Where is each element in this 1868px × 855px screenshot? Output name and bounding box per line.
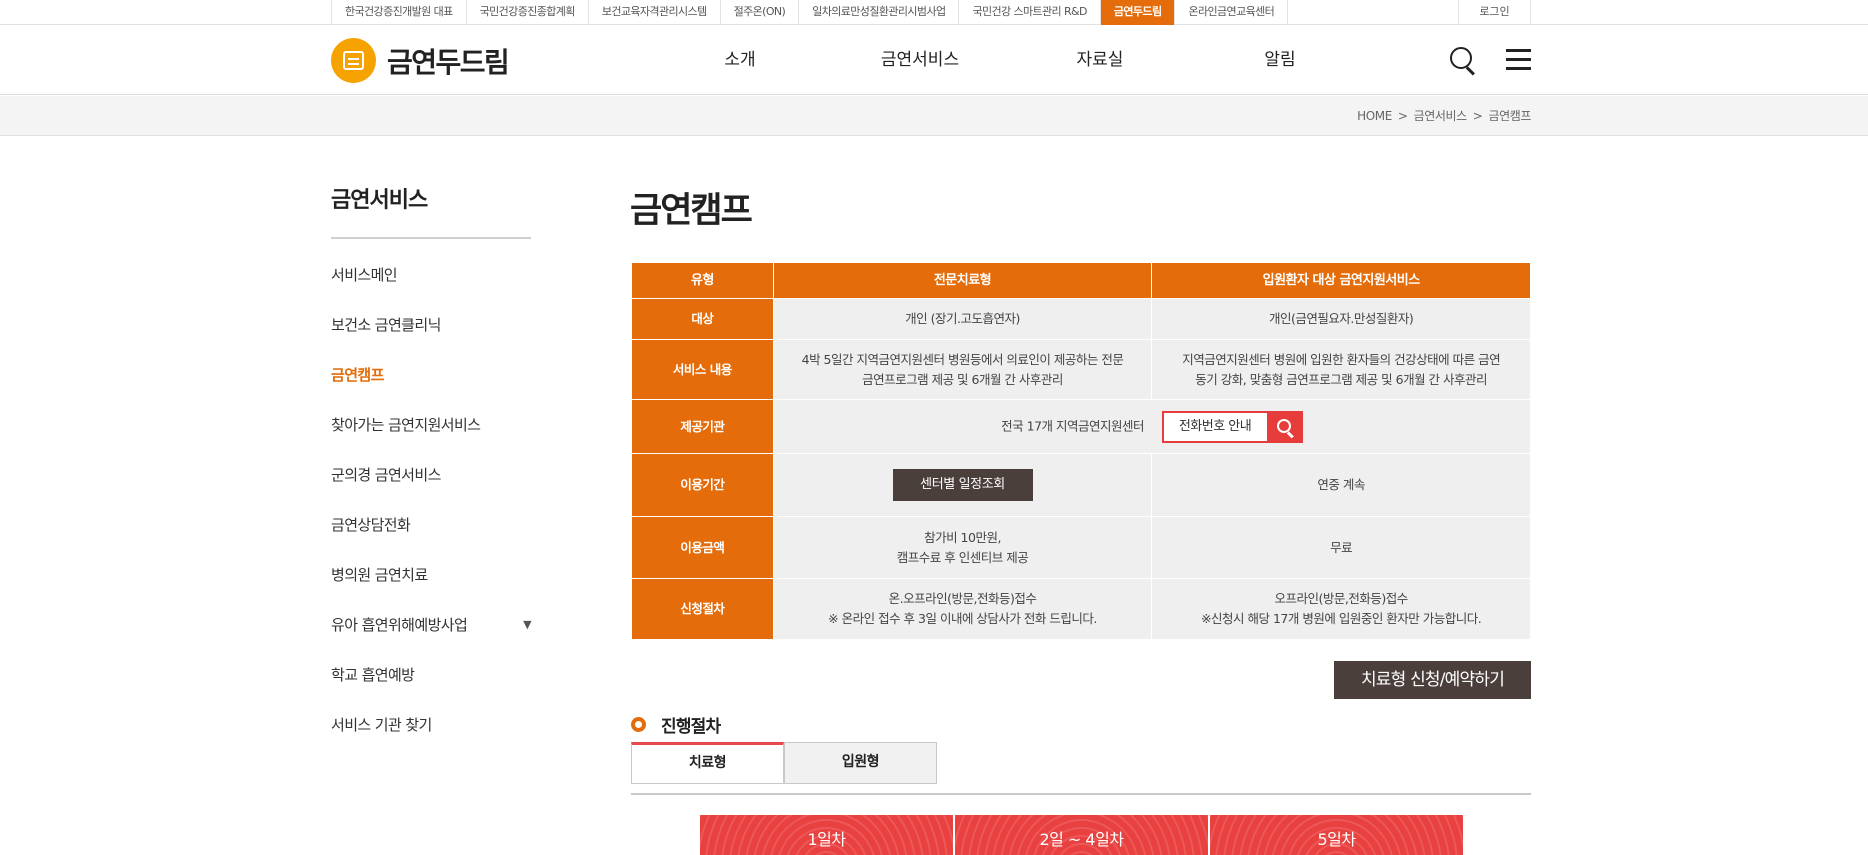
- nav-resources[interactable]: 자료실: [1010, 25, 1190, 95]
- search-icon[interactable]: [1450, 47, 1478, 75]
- cell-apply-specialist: 온.오프라인(방문,전화등)접수 ※ 온라인 접수 후 3일 이내에 상담사가 전…: [772, 578, 1153, 640]
- cell-fee-specialist: 참가비 10만원, 캠프수료 후 인센티브 제공: [772, 516, 1153, 579]
- logo-text: 금연두드림: [387, 45, 510, 79]
- row-label-apply: 신청절차: [631, 578, 774, 640]
- row-label-period: 이용기간: [631, 453, 774, 517]
- cell-period-inpatient: 연중 계속: [1151, 453, 1531, 517]
- table-row: 이용금액 참가비 10만원, 캠프수료 후 인센티브 제공 무료: [631, 516, 1531, 579]
- cell-fee-inpatient: 무료: [1151, 516, 1531, 579]
- top-link-health-edu[interactable]: 보건교육자격관리시스템: [589, 0, 721, 25]
- table-row: 서비스 내용 4박 5일간 지역금연지원센터 병원등에서 의료인이 제공하는 전…: [631, 339, 1531, 400]
- nav-services[interactable]: 금연서비스: [830, 25, 1010, 95]
- day-step-2-4: 2일 ~ 4일차: [955, 815, 1208, 855]
- cell-content-specialist: 4박 5일간 지역금연지원센터 병원등에서 의료인이 제공하는 전문 금연프로그램…: [772, 339, 1153, 400]
- top-link-primary-care[interactable]: 일차의료만성질환관리시범사업: [799, 0, 960, 25]
- search-icon[interactable]: [1266, 410, 1303, 443]
- cell-target-specialist: 개인 (장기.고도흡연자): [772, 298, 1153, 340]
- top-link-nosmoke[interactable]: 금연두드림: [1100, 0, 1176, 25]
- table-header-specialist: 전문치료형: [772, 262, 1153, 299]
- page-title: 금연캠프: [630, 191, 753, 231]
- process-title: 진행절차: [661, 716, 721, 737]
- top-link-smart-rnd[interactable]: 국민건강 스마트관리 R&D: [959, 0, 1101, 25]
- cell-provider: 전국 17개 지역금연지원센터 전화번호 안내: [772, 399, 1532, 454]
- table-row: 제공기관 전국 17개 지역금연지원센터 전화번호 안내: [631, 399, 1532, 454]
- sidebar-item-camp[interactable]: 금연캠프: [331, 355, 531, 405]
- breadcrumb-bar: HOME > 금연서비스 > 금연캠프: [0, 96, 1868, 136]
- top-link-hp-plan[interactable]: 국민건강증진종합계획: [467, 0, 589, 25]
- logo-mark-icon: [331, 38, 376, 83]
- row-label-target: 대상: [631, 298, 774, 340]
- sidebar-item-school[interactable]: 학교 흡연예방: [331, 655, 531, 705]
- breadcrumb-home[interactable]: HOME: [1357, 96, 1392, 136]
- nav-notice[interactable]: 알림: [1190, 25, 1370, 95]
- provider-text: 전국 17개 지역금연지원센터: [1001, 418, 1145, 433]
- top-utility-bar: 한국건강증진개발원 대표 국민건강증진종합계획 보건교육자격관리시스템 절주온(…: [0, 0, 1868, 25]
- process-days: 1일차 2일 ~ 4일차 5일차: [700, 815, 1463, 855]
- schedule-lookup-button[interactable]: 센터별 일정조회: [892, 469, 1033, 501]
- row-label-fee: 이용금액: [631, 516, 774, 579]
- tab-underline: [631, 793, 1531, 795]
- cell-content-inpatient: 지역금연지원센터 병원에 입원한 환자들의 건강상태에 따른 금연 동기 강화, …: [1151, 339, 1531, 400]
- breadcrumb-services[interactable]: 금연서비스: [1414, 96, 1468, 136]
- table-row: 신청절차 온.오프라인(방문,전화등)접수 ※ 온라인 접수 후 3일 이내에 상…: [631, 578, 1531, 640]
- sidebar-divider: [331, 237, 531, 239]
- family-site-links: 한국건강증진개발원 대표 국민건강증진종합계획 보건교육자격관리시스템 절주온(…: [331, 0, 1289, 25]
- row-label-provider: 제공기관: [631, 399, 774, 454]
- sidebar-item-hospital[interactable]: 병의원 금연치료: [331, 555, 531, 605]
- camp-info-table: 유형 전문치료형 입원환자 대상 금연지원서비스 대상 개인 (장기.고도흡연자…: [631, 262, 1532, 640]
- bullet-circle-icon: [631, 716, 646, 732]
- row-label-content: 서비스 내용: [631, 339, 774, 400]
- cell-apply-inpatient: 오프라인(방문,전화등)접수 ※신청시 해당 17개 병원에 입원중인 환자만 가…: [1151, 578, 1531, 640]
- sidebar-menu: 서비스메인 보건소 금연클리닉 금연캠프 찾아가는 금연지원서비스 군의경 금연…: [331, 255, 532, 755]
- nav-about[interactable]: 소개: [650, 25, 830, 95]
- breadcrumb-current[interactable]: 금연캠프: [1488, 96, 1531, 136]
- cell-period-specialist: 센터별 일정조회: [772, 453, 1153, 517]
- sidebar-item-kids[interactable]: 유아 흡연위해예방사업 ▼: [331, 605, 532, 655]
- phone-info-button[interactable]: 전화번호 안내: [1161, 410, 1303, 443]
- sidebar-item-military[interactable]: 군의경 금연서비스: [331, 455, 531, 505]
- sidebar-item-quitline[interactable]: 금연상담전화: [331, 505, 531, 555]
- sidebar-item-find[interactable]: 서비스 기관 찾기: [331, 705, 531, 755]
- table-header-inpatient: 입원환자 대상 금연지원서비스: [1151, 262, 1531, 299]
- cell-target-inpatient: 개인(금연필요자.만성질환자): [1151, 298, 1531, 340]
- apply-reserve-button[interactable]: 치료형 신청/예약하기: [1334, 661, 1531, 699]
- process-section-title: 진행절차: [631, 712, 721, 737]
- day-step-5: 5일차: [1210, 815, 1463, 855]
- tab-inpatient[interactable]: 입원형: [784, 742, 937, 784]
- table-header-type: 유형: [631, 262, 774, 299]
- sidebar-item-service-main[interactable]: 서비스메인: [331, 255, 531, 305]
- top-link-alcohol[interactable]: 절주온(ON): [721, 0, 800, 25]
- login-link[interactable]: 로그인: [1458, 0, 1531, 25]
- chevron-down-icon[interactable]: ▼: [523, 605, 531, 645]
- site-logo[interactable]: 금연두드림: [331, 38, 510, 83]
- breadcrumb: HOME > 금연서비스 > 금연캠프: [1357, 96, 1531, 136]
- phone-info-label: 전화번호 안내: [1161, 410, 1267, 443]
- breadcrumb-separator: >: [1472, 109, 1483, 123]
- sidebar-item-visiting[interactable]: 찾아가는 금연지원서비스: [331, 405, 531, 455]
- site-header: 금연두드림 소개 금연서비스 자료실 알림: [0, 25, 1868, 95]
- main-nav: 소개 금연서비스 자료실 알림: [650, 25, 1370, 95]
- tab-treatment[interactable]: 치료형: [631, 742, 784, 784]
- menu-icon[interactable]: [1506, 47, 1534, 75]
- process-tabs: 치료형 입원형: [631, 742, 937, 784]
- sidebar-title: 금연서비스: [331, 188, 428, 213]
- table-row: 대상 개인 (장기.고도흡연자) 개인(금연필요자.만성질환자): [631, 298, 1531, 340]
- sidebar-item-clinic[interactable]: 보건소 금연클리닉: [331, 305, 531, 355]
- top-link-online-edu[interactable]: 온라인금연교육센터: [1175, 0, 1289, 25]
- table-row: 이용기간 센터별 일정조회 연중 계속: [631, 453, 1531, 517]
- top-link-khepi[interactable]: 한국건강증진개발원 대표: [332, 0, 467, 25]
- breadcrumb-separator: >: [1397, 109, 1408, 123]
- day-step-1: 1일차: [700, 815, 953, 855]
